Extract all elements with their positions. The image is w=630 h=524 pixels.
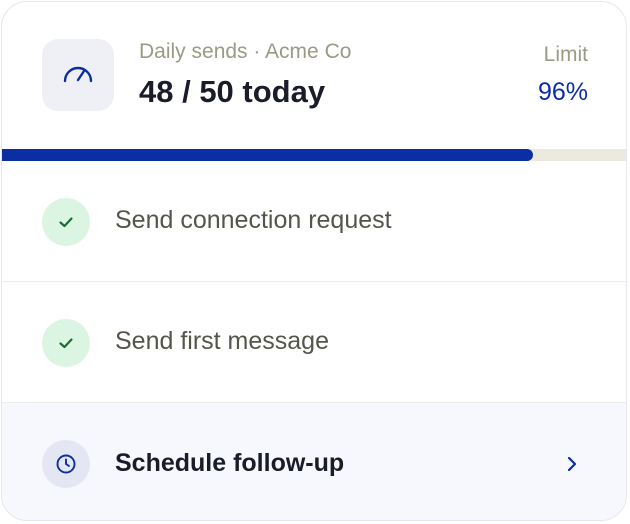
step-send-connection-request: Send connection request <box>2 161 626 281</box>
daily-limit-progress-bar <box>2 149 626 161</box>
card-header: Daily sends · Acme Co 48 / 50 today Limi… <box>2 2 626 149</box>
gauge-icon <box>42 39 114 111</box>
clock-icon <box>42 440 90 488</box>
card-subtitle: Daily sends · Acme Co <box>139 40 352 63</box>
chevron-right-icon[interactable] <box>562 454 582 474</box>
step-label: Send connection request <box>115 206 392 234</box>
limit-percentage: 96% <box>537 78 588 106</box>
sends-count-headline: 48 / 50 today <box>139 74 326 109</box>
step-label: Schedule follow-up <box>115 449 345 477</box>
step-label: Send first message <box>115 327 329 355</box>
check-icon <box>42 319 90 367</box>
step-schedule-follow-up[interactable]: Schedule follow-up <box>2 403 626 520</box>
step-send-first-message: Send first message <box>2 282 626 402</box>
daily-sends-card: Daily sends · Acme Co 48 / 50 today Limi… <box>1 1 627 521</box>
daily-limit-progress-fill <box>2 149 533 161</box>
limit-label: Limit <box>543 43 588 66</box>
check-icon <box>42 198 90 246</box>
